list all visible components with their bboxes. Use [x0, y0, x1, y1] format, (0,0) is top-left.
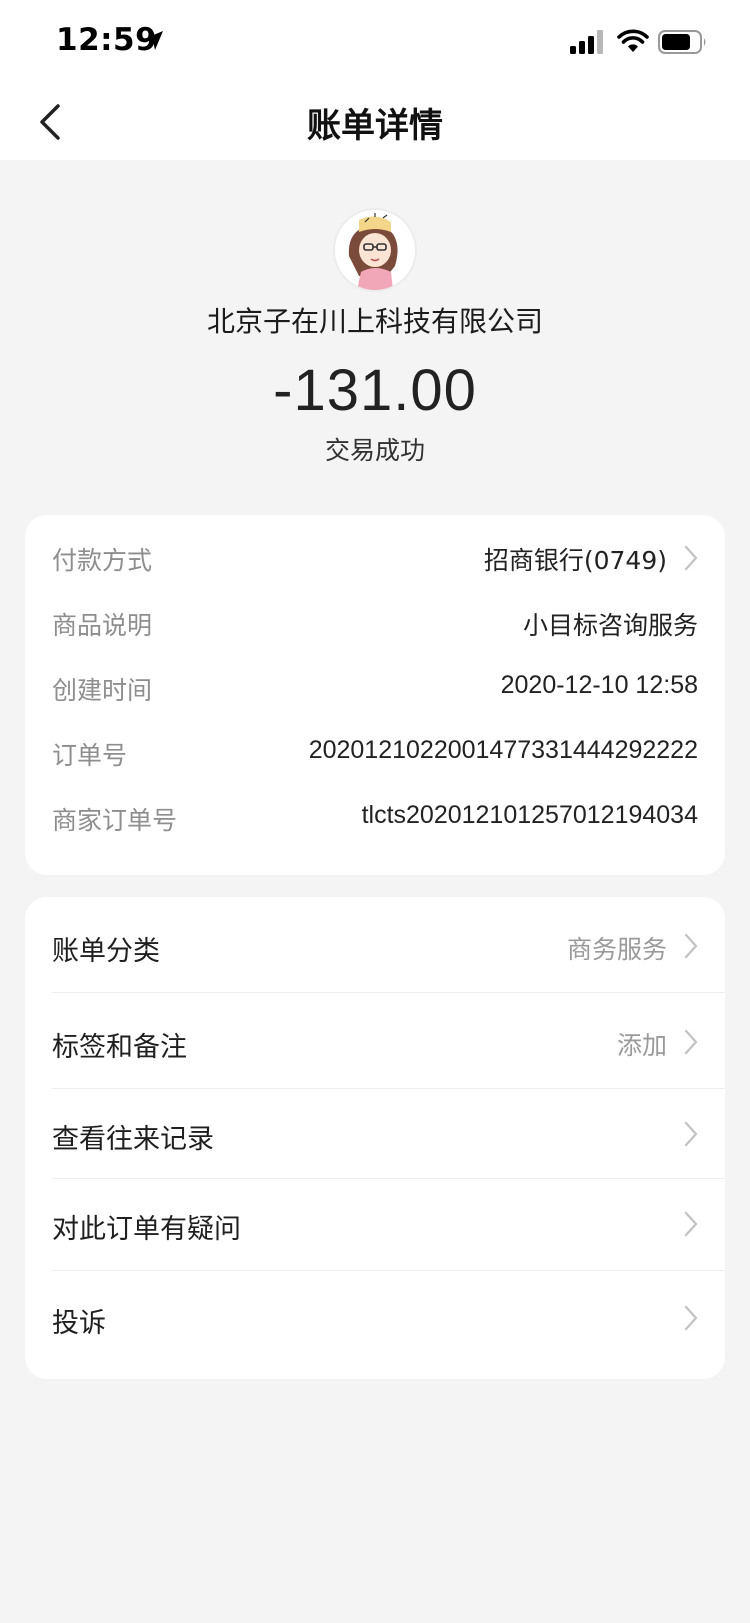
view-history-row[interactable]: 查看往来记录: [25, 1089, 725, 1179]
payment-method-label: 付款方式: [52, 546, 153, 575]
transaction-amount: -131.00: [273, 358, 477, 423]
merchant-order-number-label: 商家订单号: [52, 806, 178, 835]
top-bar: 12:59 账单详情: [0, 0, 750, 160]
merchant-order-number-row: 商家订单号 tlcts202012101257012194034: [25, 789, 725, 845]
tags-notes-value: 添加: [616, 1031, 667, 1060]
actions-card: 账单分类 商务服务 标签和备注 添加 查看往来记录 对此订单有疑问 投诉: [25, 897, 725, 1379]
battery-icon: [658, 30, 706, 54]
bill-category-label: 账单分类: [52, 936, 160, 967]
bill-category-value: 商务服务: [566, 935, 667, 964]
signal-icon: [570, 30, 603, 54]
complaint-label: 投诉: [52, 1308, 106, 1339]
chevron-right-icon: [684, 933, 698, 959]
details-card: 付款方式 招商银行(0749) 商品说明 小目标咨询服务 创建时间 2020-1…: [25, 515, 725, 875]
product-description-value: 小目标咨询服务: [522, 611, 698, 640]
chevron-right-icon: [684, 1121, 698, 1147]
status-bar: 12:59: [0, 0, 750, 84]
chevron-right-icon: [684, 1305, 698, 1331]
complaint-row[interactable]: 投诉: [25, 1271, 725, 1367]
avatar-illustration-icon: [335, 210, 415, 290]
order-number-label: 订单号: [52, 741, 128, 770]
created-time-label: 创建时间: [52, 676, 153, 705]
merchant-order-number-value: tlcts202012101257012194034: [361, 801, 698, 829]
chevron-right-icon: [684, 545, 698, 571]
view-history-label: 查看往来记录: [52, 1124, 214, 1155]
merchant-avatar: [335, 210, 415, 290]
product-description-label: 商品说明: [52, 611, 153, 640]
tags-notes-row[interactable]: 标签和备注 添加: [25, 993, 725, 1089]
order-number-row: 订单号 2020121022001477331444292222: [25, 724, 725, 780]
product-description-row: 商品说明 小目标咨询服务: [25, 594, 725, 650]
page-title: 账单详情: [307, 106, 443, 146]
order-number-value: 2020121022001477331444292222: [308, 736, 698, 764]
chevron-right-icon: [684, 1211, 698, 1237]
chevron-right-icon: [684, 1029, 698, 1055]
wifi-icon: [617, 29, 649, 52]
payment-method-row[interactable]: 付款方式 招商银行(0749): [25, 529, 725, 585]
nav-bar: 账单详情: [0, 84, 750, 160]
merchant-name: 北京子在川上科技有限公司: [206, 305, 543, 338]
created-time-value: 2020-12-10 12:58: [500, 671, 698, 699]
payment-method-value: 招商银行(0749): [483, 546, 667, 575]
tags-notes-label: 标签和备注: [52, 1032, 187, 1063]
location-arrow-icon: [144, 31, 163, 50]
transaction-status: 交易成功: [324, 436, 425, 465]
order-question-row[interactable]: 对此订单有疑问: [25, 1179, 725, 1271]
created-time-row: 创建时间 2020-12-10 12:58: [25, 659, 725, 715]
order-question-label: 对此订单有疑问: [52, 1214, 241, 1245]
bill-category-row[interactable]: 账单分类 商务服务: [25, 897, 725, 993]
